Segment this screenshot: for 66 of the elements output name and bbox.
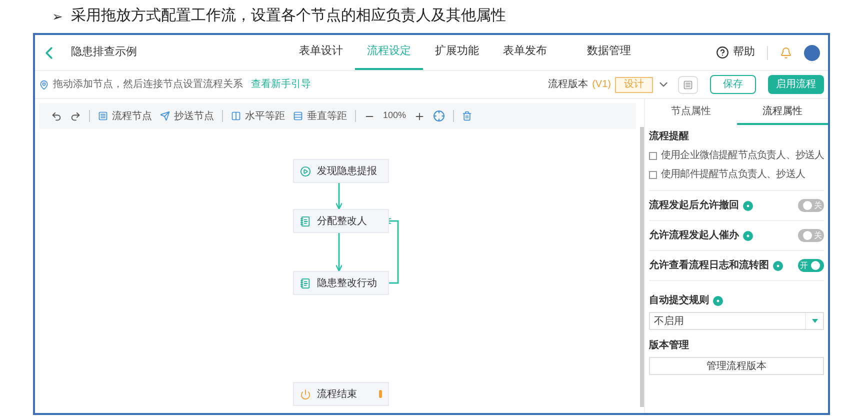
list-icon xyxy=(98,111,108,121)
checkbox[interactable] xyxy=(649,152,657,160)
zoom-level: 100% xyxy=(383,109,406,122)
setting-label: 自动提交规则 xyxy=(649,293,709,308)
node-label: 发现隐患提报 xyxy=(317,164,377,178)
checkbox-label: 使用企业微信提醒节点负责人、抄送人 xyxy=(661,148,824,163)
checkbox-label: 使用邮件提醒节点负责人、抄送人 xyxy=(661,168,806,182)
bell-icon[interactable] xyxy=(780,46,792,58)
help-icon[interactable] xyxy=(713,296,723,306)
locate-icon[interactable] xyxy=(433,110,446,122)
send-icon xyxy=(160,111,170,121)
node-label: 分配整改人 xyxy=(317,214,367,228)
pin-icon xyxy=(39,80,49,90)
connector-arrow xyxy=(335,233,343,272)
caret-icon xyxy=(812,319,818,323)
toolbar-button[interactable]: 抄送节点 xyxy=(160,108,214,124)
setting-label: 允许流程发起人催办 xyxy=(649,228,739,243)
nav-tab[interactable]: 表单设计 xyxy=(287,35,355,70)
section-title: 流程提醒 xyxy=(649,129,690,144)
flow-node[interactable]: 隐患整改行动 xyxy=(293,271,389,295)
toolbar-button[interactable]: 垂直等距 xyxy=(293,108,347,124)
help-icon[interactable] xyxy=(743,200,753,210)
flow-node[interactable]: 流程结束 xyxy=(293,382,389,406)
bullet-arrow: ➢ xyxy=(52,8,63,26)
help-icon[interactable] xyxy=(773,260,783,270)
panel-tab[interactable]: 节点属性 xyxy=(645,99,736,125)
help-icon[interactable] xyxy=(743,230,753,240)
hint-text: 拖动添加节点，然后连接节点设置流程关系 xyxy=(53,78,243,92)
columns-icon xyxy=(231,111,241,121)
manage-versions-button[interactable]: 管理流程版本 xyxy=(649,357,824,375)
drag-handle-icon[interactable] xyxy=(379,390,382,398)
version-label: 流程版本 xyxy=(548,78,588,92)
zoom-in-icon[interactable] xyxy=(414,110,426,122)
undo-icon[interactable] xyxy=(51,110,62,122)
setting-label: 流程发起后允许撤回 xyxy=(649,198,739,213)
toolbar-button[interactable]: 流程节点 xyxy=(98,108,152,124)
toolbar-button[interactable]: 水平等距 xyxy=(231,108,285,124)
power-icon xyxy=(300,388,311,400)
nav-tab[interactable]: 数据管理 xyxy=(575,35,643,70)
nav-tab[interactable]: 扩展功能 xyxy=(423,35,491,70)
panel-tab[interactable]: 流程属性 xyxy=(736,99,828,125)
document-icon xyxy=(683,80,693,90)
section-title: 版本管理 xyxy=(649,338,690,353)
node-label: 流程结束 xyxy=(317,388,357,402)
slide-heading: 采用拖放方式配置工作流，设置各个节点的相应负责人及其他属性 xyxy=(71,6,506,26)
flow-node[interactable]: 分配整改人 xyxy=(293,209,389,233)
connector-arrow xyxy=(335,183,343,210)
document-button[interactable] xyxy=(678,76,698,94)
help-icon xyxy=(716,46,729,59)
nav-tab[interactable]: 表单发布 xyxy=(491,35,559,70)
form-icon xyxy=(300,278,311,288)
node-label: 隐患整改行动 xyxy=(317,276,377,290)
trash-icon[interactable] xyxy=(462,111,472,121)
setting-label: 允许查看流程日志和流转图 xyxy=(649,258,769,273)
play-icon xyxy=(300,166,311,176)
version-number: (V1) xyxy=(592,78,611,92)
avatar[interactable] xyxy=(804,44,820,60)
flow-node[interactable]: 发现隐患提报 xyxy=(293,159,389,183)
checkbox[interactable] xyxy=(649,170,657,178)
app-title: 隐患排查示例 xyxy=(71,44,138,60)
redo-icon[interactable] xyxy=(70,110,81,122)
help-button[interactable]: 帮助 xyxy=(716,44,755,61)
status-badge: 设计 xyxy=(615,76,653,92)
rows-icon xyxy=(293,111,303,121)
rule-select[interactable]: 不启用 xyxy=(649,312,824,330)
form-icon xyxy=(300,216,311,226)
